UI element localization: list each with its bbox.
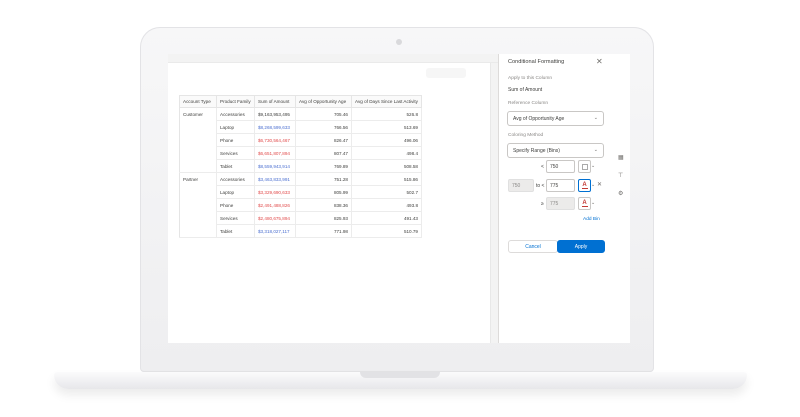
table-row: Phone $6,730,564,467 826.47 496.06 [180, 133, 422, 147]
table-row: Phone $2,491,488,826 838.36 493.8 [180, 198, 422, 212]
chevron-down-icon: ⌄ [593, 147, 598, 153]
bin3-value-input: 775 [546, 197, 575, 210]
header-account-type[interactable]: Account Type [179, 95, 217, 108]
avg-days-since-activity-cell: 508.58 [351, 159, 422, 173]
avg-days-since-activity-cell: 515.86 [351, 172, 422, 186]
avg-opportunity-age-cell: 769.89 [295, 159, 352, 173]
table-row: Tablet $3,318,027,117 771.98 510.79 [180, 224, 422, 238]
cancel-button[interactable]: Cancel [508, 240, 558, 253]
avg-days-since-activity-cell: 496.06 [351, 133, 422, 147]
bin2-font-color-button[interactable]: A [578, 179, 591, 192]
product-family-cell: Services [216, 146, 255, 160]
table-header-row: Account Type Product Family Sum of Amoun… [179, 95, 422, 108]
avg-days-since-activity-cell: 493.8 [351, 198, 422, 212]
bin2-to-label: to < [536, 183, 545, 189]
remove-bin-icon[interactable]: ✕ [597, 181, 602, 188]
close-icon[interactable]: ✕ [596, 57, 603, 66]
table-row: Laptop $3,329,690,633 805.99 502.7 [180, 185, 422, 199]
product-family-cell: Laptop [216, 185, 255, 199]
avg-opportunity-age-cell: 771.98 [295, 224, 352, 238]
product-family-cell: Laptop [216, 120, 255, 134]
product-family-cell: Phone [216, 198, 255, 212]
table-row: Tablet $8,559,943,914 769.89 508.58 [180, 159, 422, 173]
chevron-down-icon[interactable]: ⌄ [591, 182, 595, 188]
header-sum-of-amount[interactable]: Sum of Amount [254, 95, 296, 108]
header-product-family[interactable]: Product Family [216, 95, 255, 108]
header-avg-opportunity-age[interactable]: Avg of Opportunity Age [295, 95, 352, 108]
avg-opportunity-age-cell: 766.56 [295, 120, 352, 134]
product-family-cell: Phone [216, 133, 255, 147]
coloring-method-select[interactable]: Specify Range (Bins) ⌄ [507, 143, 604, 158]
avg-opportunity-age-cell: 826.47 [295, 133, 352, 147]
sum-of-amount-cell: $6,730,564,467 [254, 133, 296, 147]
coloring-method-value: Specify Range (Bins) [513, 148, 560, 154]
bin2-value-input[interactable]: 775 [546, 179, 575, 192]
bin2-from-input: 750 [508, 179, 534, 192]
sum-of-amount-cell: $2,480,675,894 [254, 211, 296, 225]
avg-days-since-activity-cell: 491.43 [351, 211, 422, 225]
camera [396, 39, 402, 45]
avg-days-since-activity-cell: 526.8 [351, 107, 422, 121]
avg-days-since-activity-cell: 510.79 [351, 224, 422, 238]
apply-to-label: Apply to this Column [508, 76, 552, 81]
table-row: Laptop $8,268,599,633 766.56 513.69 [180, 120, 422, 134]
avg-opportunity-age-cell: 705.46 [295, 107, 352, 121]
sum-of-amount-cell: $3,463,833,991 [254, 172, 296, 186]
avg-opportunity-age-cell: 825.93 [295, 211, 352, 225]
panel-title: Conditional Formatting [508, 59, 565, 65]
sum-of-amount-cell: $3,329,690,633 [254, 185, 296, 199]
bin1-operator: < [541, 164, 544, 170]
report-topbar [168, 54, 498, 63]
avg-days-since-activity-cell: 498.4 [351, 146, 422, 160]
table-row: Services $2,480,675,894 825.93 491.43 [180, 211, 422, 225]
avg-opportunity-age-cell: 807.47 [295, 146, 352, 160]
bin1-value-input[interactable]: 750 [546, 160, 575, 173]
coloring-method-label: Coloring Method [508, 133, 544, 138]
report-ghost-button [426, 68, 466, 78]
gear-icon[interactable]: ⚙ [618, 190, 623, 197]
table-row: Customer Accessories $9,163,953,495 705.46 5… [179, 107, 422, 173]
apply-to-value: Sum of Amount [508, 87, 543, 93]
reference-column-select[interactable]: Avg of Opportunity Age ⌄ [507, 111, 604, 126]
sum-of-amount-cell: $9,163,953,495 [254, 107, 296, 121]
avg-opportunity-age-cell: 751.28 [295, 172, 352, 186]
table-row: Services $6,651,807,894 807.47 498.4 [180, 146, 422, 160]
avg-opportunity-age-cell: 838.36 [295, 198, 352, 212]
sum-of-amount-cell: $6,651,807,894 [254, 146, 296, 160]
sum-of-amount-cell: $2,491,488,826 [254, 198, 296, 212]
bin1-background-swatch[interactable] [578, 160, 591, 173]
chevron-down-icon: ⌄ [593, 115, 598, 121]
avg-opportunity-age-cell: 805.99 [295, 185, 352, 199]
chevron-down-icon[interactable]: ⌄ [591, 200, 595, 206]
report-scroll-rail [490, 63, 498, 343]
bin3-font-color-button[interactable]: A [578, 197, 591, 210]
header-avg-days-since-activity[interactable]: Avg of Days Since Last Activity [351, 95, 422, 108]
table-row: Partner Accessories $3,463,833,991 751.28 51… [179, 172, 422, 238]
table-icon[interactable]: ▦ [618, 154, 624, 161]
account-type-cell: Partner [179, 172, 217, 238]
report-area: Account Type Product Family Sum of Amoun… [168, 54, 498, 343]
product-family-cell: Accessories [216, 172, 255, 186]
sum-of-amount-cell: $8,268,599,633 [254, 120, 296, 134]
add-bin-link[interactable]: Add Bin [583, 217, 600, 222]
product-family-cell: Tablet [216, 159, 255, 173]
paint-icon[interactable]: ⊤ [618, 172, 623, 179]
apply-button[interactable]: Apply [557, 240, 605, 253]
avg-days-since-activity-cell: 502.7 [351, 185, 422, 199]
avg-days-since-activity-cell: 513.69 [351, 120, 422, 134]
account-type-cell: Customer [179, 107, 217, 173]
sum-of-amount-cell: $3,318,027,117 [254, 224, 296, 238]
product-family-cell: Tablet [216, 224, 255, 238]
report-table: Account Type Product Family Sum of Amoun… [179, 95, 422, 238]
reference-column-value: Avg of Opportunity Age [513, 116, 565, 122]
chevron-down-icon[interactable]: ⌄ [591, 163, 595, 169]
laptop-notch [360, 372, 440, 378]
reference-column-label: Reference Column [508, 101, 548, 106]
sum-of-amount-cell: $8,559,943,914 [254, 159, 296, 173]
bin3-operator: ≥ [541, 201, 544, 207]
product-family-cell: Services [216, 211, 255, 225]
product-family-cell: Accessories [216, 107, 255, 121]
